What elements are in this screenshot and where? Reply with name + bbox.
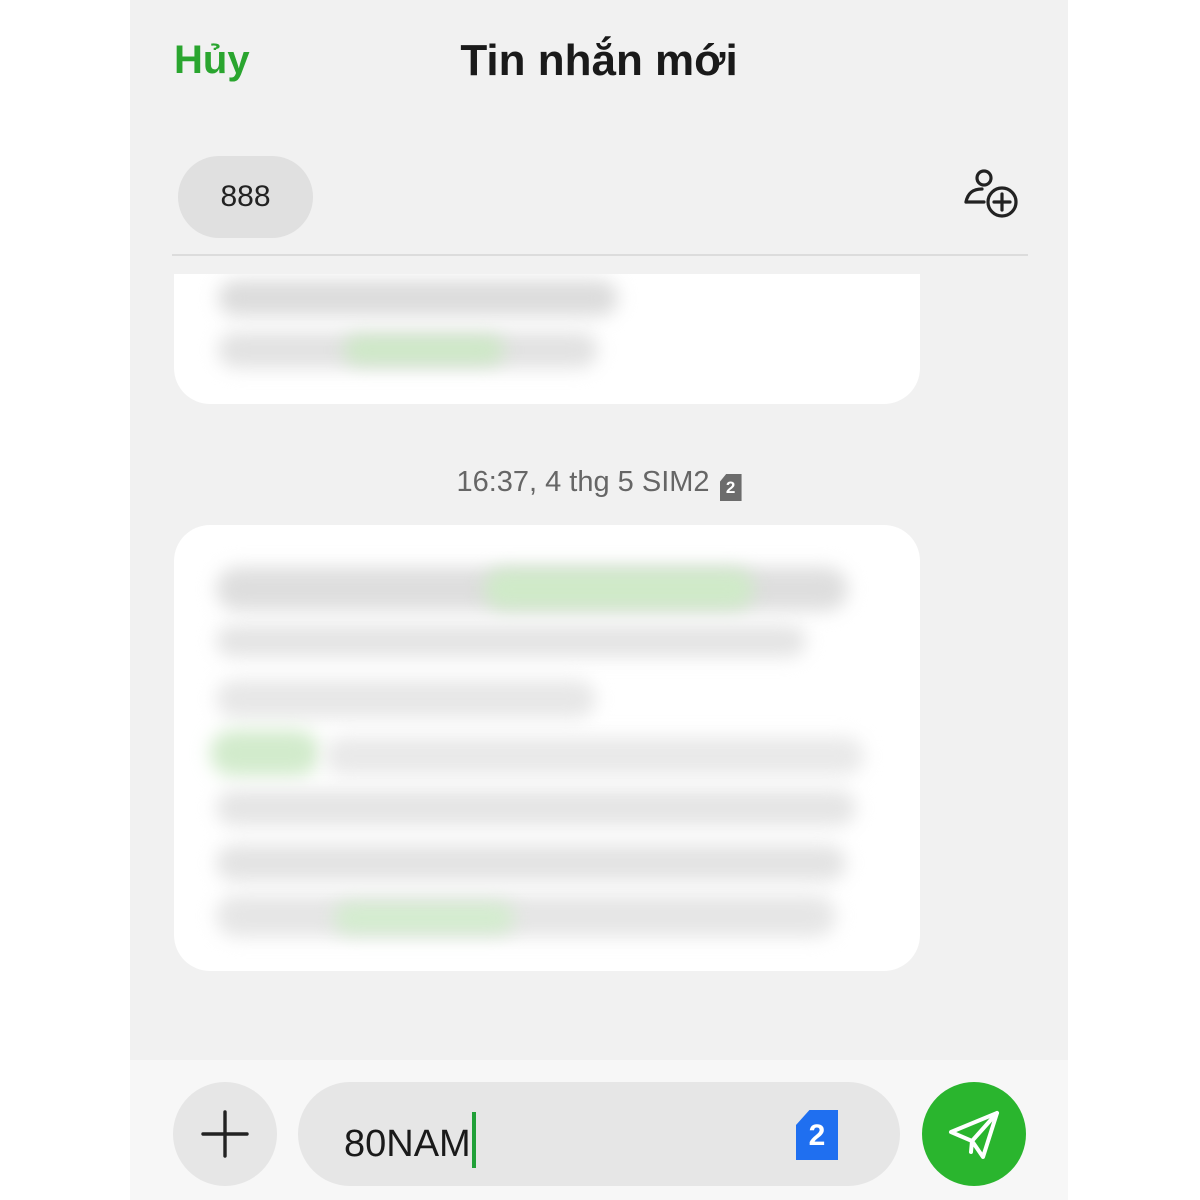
- message-input-text[interactable]: 80NAM: [344, 1112, 476, 1168]
- recipient-divider: [172, 254, 1028, 256]
- redacted-text: [216, 680, 596, 718]
- attach-button[interactable]: [173, 1082, 277, 1186]
- redacted-link: [344, 336, 504, 364]
- redacted-link: [484, 569, 754, 609]
- redacted-text: [216, 845, 846, 881]
- redacted-text: [216, 895, 836, 937]
- redacted-text: [216, 790, 856, 826]
- page-title: Tin nhắn mới: [460, 36, 738, 85]
- message-bubble-previous: [174, 274, 920, 404]
- redacted-text: [324, 737, 864, 775]
- text-cursor: [471, 1112, 476, 1168]
- composer-bar: 80NAM 2: [130, 1060, 1068, 1200]
- message-timestamp: 16:37, 4 thg 5 SIM2 2: [130, 466, 1068, 501]
- message-bubble-latest: [174, 525, 920, 971]
- message-input[interactable]: 80NAM 2: [298, 1082, 900, 1186]
- sim-selector-button[interactable]: 2: [796, 1110, 838, 1160]
- new-message-screen: Hủy Tin nhắn mới 888 16:37, 4 thg 5 SIM2…: [130, 0, 1068, 1200]
- add-contact-icon[interactable]: [962, 162, 1026, 226]
- redacted-text: [218, 280, 618, 316]
- redacted-link: [210, 730, 320, 776]
- message-input-value: 80NAM: [344, 1123, 471, 1165]
- send-icon: [949, 1111, 999, 1159]
- redacted-text: [216, 625, 806, 657]
- send-button[interactable]: [922, 1082, 1026, 1186]
- plus-icon: [201, 1110, 249, 1158]
- redacted-link: [334, 903, 514, 933]
- timestamp-text: 16:37, 4 thg 5 SIM2: [456, 466, 710, 498]
- sim-badge-icon: 2: [719, 474, 742, 501]
- recipient-chip[interactable]: 888: [178, 156, 313, 238]
